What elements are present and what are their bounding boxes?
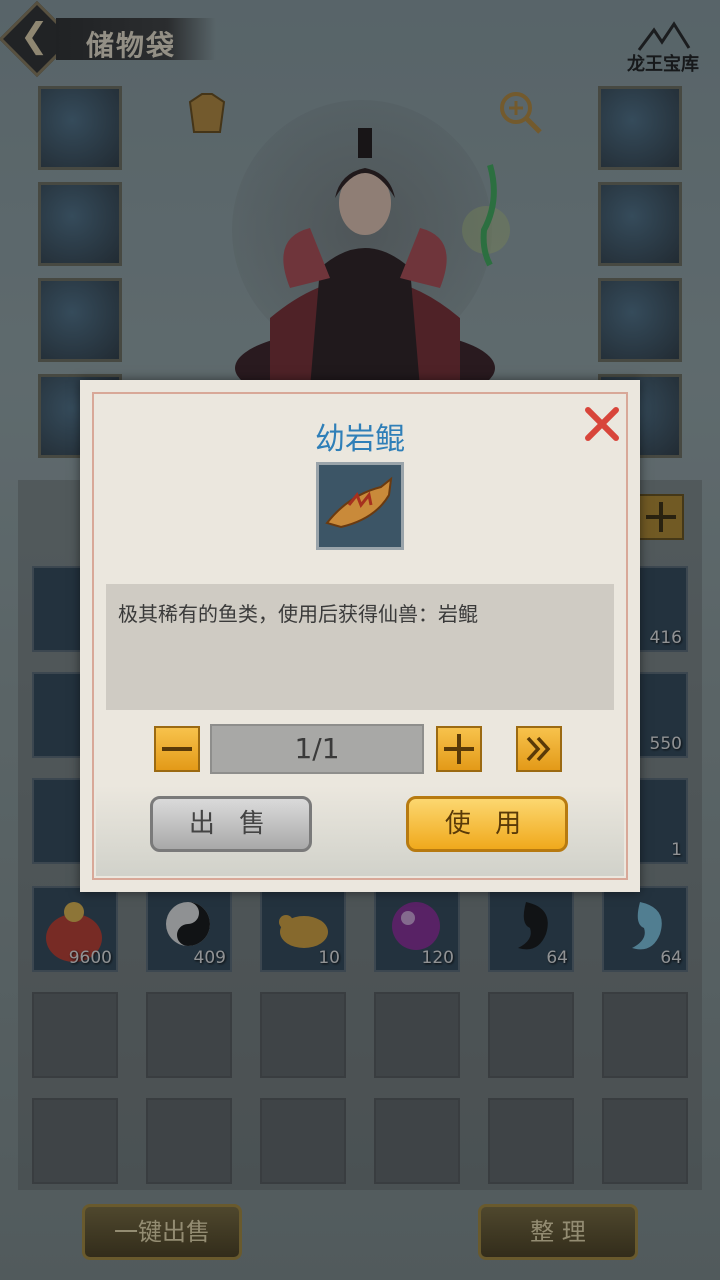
plus-icon: [444, 734, 474, 764]
decrease-button[interactable]: [154, 726, 200, 772]
increase-button[interactable]: [436, 726, 482, 772]
close-icon: [585, 407, 619, 441]
double-chevron-right-icon: [526, 736, 551, 762]
minus-icon: [162, 747, 192, 751]
quantity-field[interactable]: 1/1: [210, 724, 424, 774]
max-quantity-button[interactable]: [516, 726, 562, 772]
description-box: 极其稀有的鱼类，使用后获得仙兽：岩鲲: [106, 584, 614, 710]
fish-icon: [325, 476, 393, 529]
item-image: [316, 462, 404, 550]
item-detail-dialog: 幼岩鲲 极其稀有的鱼类，使用后获得仙兽：岩鲲 1/1 出 售 使 用: [80, 380, 640, 892]
sell-button[interactable]: 出 售: [150, 796, 312, 852]
close-button[interactable]: [580, 402, 624, 446]
item-description: 极其稀有的鱼类，使用后获得仙兽：岩鲲: [118, 602, 478, 626]
use-button[interactable]: 使 用: [406, 796, 568, 852]
item-name: 幼岩鲲: [315, 422, 405, 457]
